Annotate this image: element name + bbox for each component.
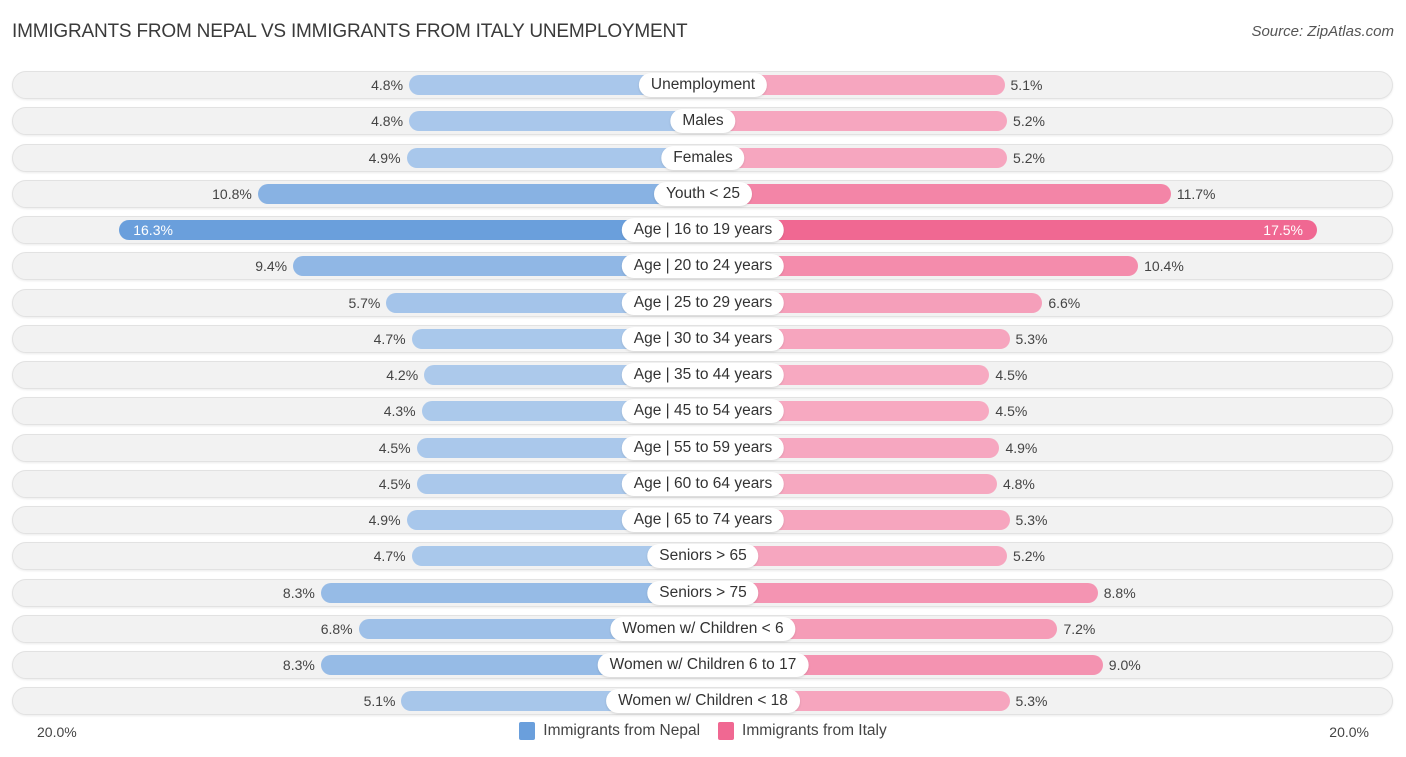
category-label: Youth < 25 [654,181,752,206]
category-label: Age | 30 to 34 years [621,326,785,351]
value-label-italy: 9.0% [1108,657,1141,673]
chart-rows: 4.8% 5.1% Unemployment 4.8% 5.2% Males 4.9% 5.2… [0,0,1406,757]
value-label-italy: 4.8% [1002,475,1035,492]
value-label-nepal: 4.7% [373,548,406,565]
bar-italy[interactable] [703,147,1008,168]
value-label-nepal: 4.9% [368,512,401,528]
value-label-italy: 8.8% [1103,584,1136,601]
value-label-nepal: 5.7% [348,294,381,311]
category-label: Age | 16 to 19 years [621,218,785,242]
value-label-italy: 11.7% [1176,185,1216,202]
value-label-nepal: 4.7% [373,330,406,347]
value-label-nepal: 4.3% [383,403,416,420]
value-label-italy: 5.3% [1015,693,1048,710]
bar-nepal[interactable] [406,147,703,168]
value-label-italy: 7.2% [1063,620,1096,637]
category-label: Women w/ Children < 6 [610,616,796,641]
value-label-italy: 5.1% [1010,77,1043,93]
bar-italy[interactable] [703,111,1008,132]
category-label: Unemployment [638,73,768,97]
value-label-italy: 5.2% [1013,113,1045,130]
legend-item-nepal[interactable]: Immigrants from Nepal [519,722,700,740]
legend: Immigrants from Nepal Immigrants from It… [0,722,1406,740]
legend-swatch-italy [718,722,735,740]
category-label: Age | 60 to 64 years [621,471,785,496]
bar-italy[interactable] [703,582,1098,603]
value-label-nepal: 4.2% [386,367,419,383]
value-label-italy: 6.6% [1048,294,1081,311]
value-label-italy: 4.9% [1005,439,1038,456]
legend-label-italy: Immigrants from Italy [742,722,887,739]
value-label-nepal: 4.9% [368,149,401,166]
bar-nepal[interactable] [119,220,703,240]
legend-swatch-nepal [519,722,536,740]
bar-nepal[interactable] [257,183,703,204]
value-label-nepal: 10.8% [212,185,252,202]
category-label: Males [670,109,736,134]
category-label: Women w/ Children < 18 [606,689,800,714]
value-label-nepal: 5.1% [363,693,396,710]
value-label-nepal: 4.8% [371,77,404,93]
value-label-nepal: 4.5% [378,439,411,456]
value-label-nepal: 16.3% [133,222,173,238]
value-label-italy: 4.5% [995,367,1028,383]
value-label-italy: 5.3% [1015,330,1048,347]
category-label: Age | 25 to 29 years [621,290,785,315]
value-label-italy: 5.2% [1013,548,1045,565]
category-label: Seniors > 65 [647,544,759,569]
category-label: Women w/ Children 6 to 17 [597,653,809,677]
category-label: Age | 65 to 74 years [621,508,785,532]
value-label-italy: 5.3% [1015,512,1048,528]
category-label: Seniors > 75 [647,580,759,605]
value-label-nepal: 8.3% [282,657,315,673]
bar-nepal[interactable] [409,111,703,132]
value-label-nepal: 6.8% [320,620,353,637]
value-label-nepal: 9.4% [255,258,288,275]
category-label: Age | 35 to 44 years [621,363,785,387]
value-label-italy: 4.5% [995,403,1028,420]
value-label-italy: 5.2% [1013,149,1045,166]
value-label-nepal: 4.8% [371,113,404,130]
category-label: Age | 20 to 24 years [621,254,785,279]
bar-nepal[interactable] [320,582,703,603]
legend-label-nepal: Immigrants from Nepal [543,722,701,739]
value-label-nepal: 4.5% [378,475,411,492]
legend-item-italy[interactable]: Immigrants from Italy [718,722,887,740]
value-label-nepal: 8.3% [282,584,315,601]
category-label: Age | 45 to 54 years [621,399,785,424]
value-label-italy: 10.4% [1144,258,1184,275]
value-label-italy: 17.5% [1263,222,1303,238]
bar-italy[interactable] [703,220,1317,240]
category-label: Females [661,145,745,170]
category-label: Age | 55 to 59 years [621,435,785,460]
bar-italy[interactable] [703,183,1171,204]
